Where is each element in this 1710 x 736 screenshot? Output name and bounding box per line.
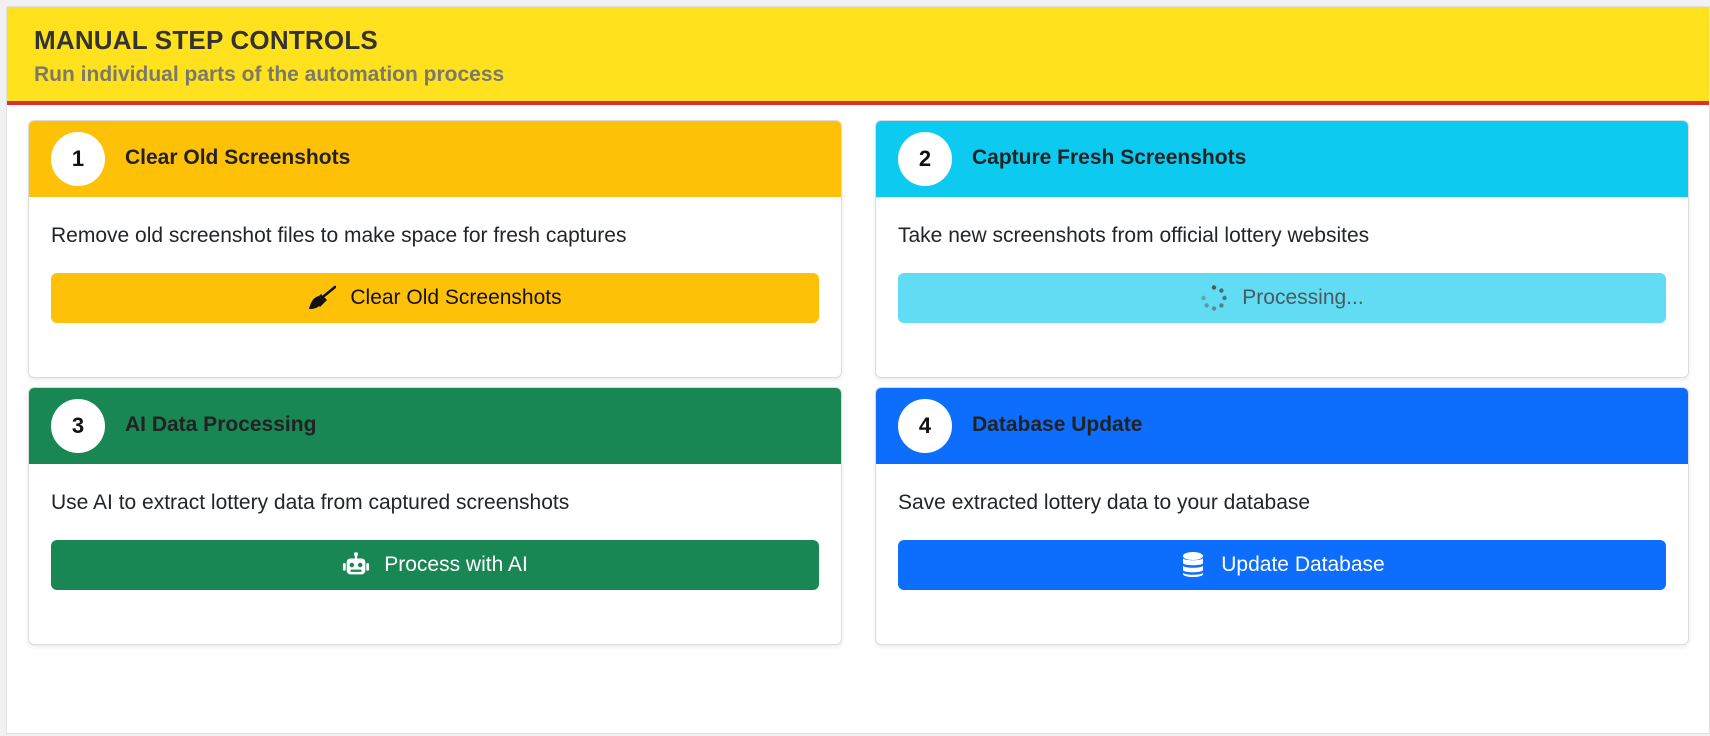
step-description: Remove old screenshot files to make spac… xyxy=(51,224,627,247)
step-card-database-update: 4 Database Update Save extracted lottery… xyxy=(875,387,1689,645)
step-description: Save extracted lottery data to your data… xyxy=(898,491,1311,514)
broom-icon xyxy=(308,284,337,312)
step-number-badge: 3 xyxy=(51,399,105,453)
update-database-button[interactable]: Update Database xyxy=(898,540,1666,590)
button-label: Process with AI xyxy=(384,553,528,576)
panel-subtitle: Run individual parts of the automation p… xyxy=(34,63,505,86)
capture-screenshots-button[interactable]: Processing... xyxy=(898,273,1666,323)
step-title: AI Data Processing xyxy=(125,413,317,436)
step-card-header: 1 Clear Old Screenshots xyxy=(29,121,841,197)
step-card-header: 4 Database Update xyxy=(876,388,1688,464)
step-card-clear-screenshots: 1 Clear Old Screenshots Remove old scree… xyxy=(28,120,842,378)
step-title: Database Update xyxy=(972,413,1143,436)
clear-old-screenshots-button[interactable]: Clear Old Screenshots xyxy=(51,273,819,323)
step-title: Capture Fresh Screenshots xyxy=(972,146,1247,169)
robot-icon xyxy=(342,551,370,579)
step-number-badge: 4 xyxy=(898,399,952,453)
step-description: Use AI to extract lottery data from capt… xyxy=(51,491,570,514)
button-label: Update Database xyxy=(1221,553,1385,576)
manual-step-controls-panel: MANUAL STEP CONTROLS Run individual part… xyxy=(6,6,1710,734)
step-card-ai-processing: 3 AI Data Processing Use AI to extract l… xyxy=(28,387,842,645)
step-number-badge: 2 xyxy=(898,132,952,186)
button-label: Processing... xyxy=(1242,286,1364,309)
process-with-ai-button[interactable]: Process with AI xyxy=(51,540,819,590)
step-number-badge: 1 xyxy=(51,132,105,186)
step-card-header: 2 Capture Fresh Screenshots xyxy=(876,121,1688,197)
panel-title: MANUAL STEP CONTROLS xyxy=(34,25,378,55)
step-card-capture-screenshots: 2 Capture Fresh Screenshots Take new scr… xyxy=(875,120,1689,378)
step-description: Take new screenshots from official lotte… xyxy=(898,224,1370,247)
panel-header: MANUAL STEP CONTROLS Run individual part… xyxy=(7,7,1709,105)
spinner-icon xyxy=(1200,284,1228,312)
step-title: Clear Old Screenshots xyxy=(125,146,351,169)
step-card-header: 3 AI Data Processing xyxy=(29,388,841,464)
database-icon xyxy=(1179,551,1207,579)
button-label: Clear Old Screenshots xyxy=(350,286,562,309)
